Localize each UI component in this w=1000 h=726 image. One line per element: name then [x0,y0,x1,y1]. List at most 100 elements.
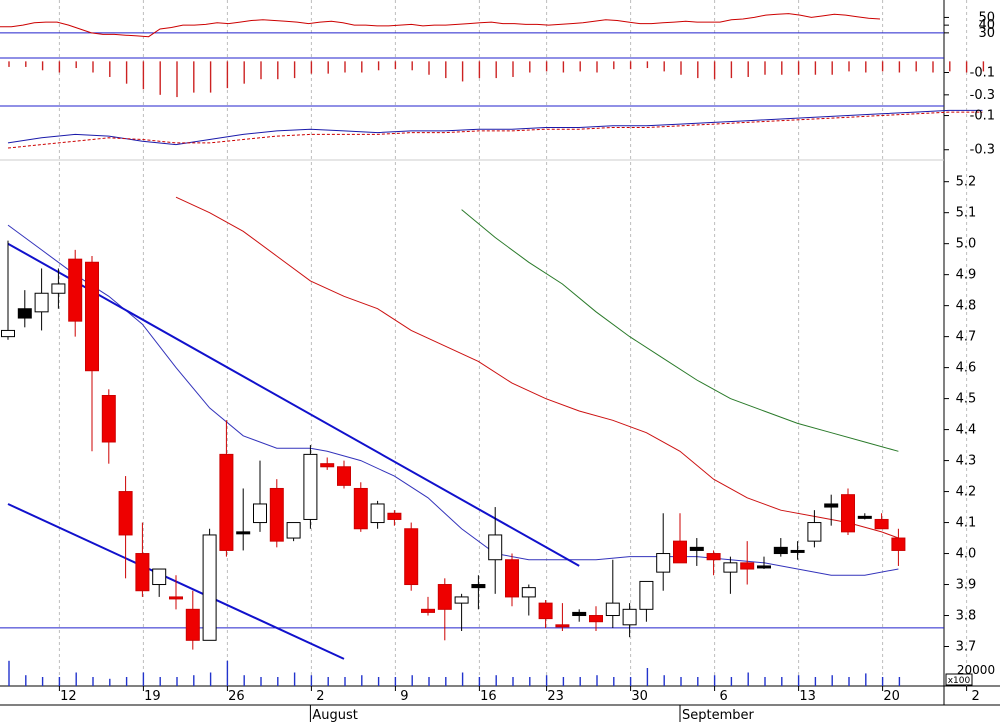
candle-body [34,292,49,313]
candle-body [572,611,587,617]
price-tick-label: 5.2 [956,175,977,190]
x-tick-label: 12 [60,689,77,704]
x-tick-label: 6 [719,689,727,704]
candle-body [421,608,435,613]
price-tick-label: 4.2 [956,485,977,500]
candle-body [236,531,251,535]
candle-body [370,503,385,524]
x-tick-label: 20 [883,689,900,704]
price-tick-label: 5.0 [956,237,977,252]
candle-body [1,329,15,338]
price-tick-label: 4.5 [956,392,977,407]
candle-body [404,528,419,586]
candle-body [454,596,469,604]
x-tick-label: 19 [144,689,161,704]
candle-body [202,534,217,641]
price-tick-label: 4.6 [956,361,977,376]
candle-body [807,522,822,542]
month-label: September [682,708,755,722]
histogram-tick-label: -0.1 [970,66,995,81]
histogram-tick-label: -0.3 [970,88,995,103]
candle-body [488,534,503,561]
candle-body [68,258,83,322]
price-tick-label: 4.9 [956,268,977,283]
candlestick [841,488,855,535]
chart-background [0,0,1000,722]
candle-body [824,503,839,508]
price-tick-label: 3.9 [956,578,977,593]
candle-body [706,553,721,561]
x-tick-label: 23 [547,689,564,704]
price-tick-label: 4.4 [956,423,977,438]
volume-unit-label: x100 [948,676,971,686]
candlestick [202,528,217,641]
candle-body [589,615,603,623]
candle-body [505,559,519,598]
candle-body [101,395,116,443]
candle-body [689,546,704,551]
candle-body [303,453,318,520]
candlestick [303,445,318,529]
stock-chart: 504030-0.1-0.3-0.1-0.35.25.15.04.94.84.7… [0,0,1000,723]
month-label: August [312,708,358,722]
candle-body [857,515,872,519]
x-tick-label: 2 [316,689,324,704]
candle-body [85,261,99,372]
candle-body [135,553,150,592]
candle-body [17,308,32,319]
candle-body [538,602,553,620]
candle-body [757,565,771,569]
candle-body [521,587,536,598]
candle-body [152,568,167,586]
candlestick [353,482,368,532]
candle-body [673,540,687,564]
price-tick-label: 5.1 [956,206,977,221]
candle-body [169,596,183,600]
price-tick-label: 4.1 [956,516,977,531]
x-tick-label: 13 [799,689,816,704]
candlestick [286,522,301,542]
candle-body [622,608,637,626]
candle-body [874,518,889,530]
price-tick-label: 4.3 [956,454,977,469]
candle-body [185,608,200,641]
price-tick-label: 3.7 [956,640,977,655]
x-tick-label: 30 [631,689,648,704]
candle-body [555,624,570,628]
candle-body [773,546,788,555]
candle-body [723,562,738,573]
x-tick-label: 26 [228,689,245,704]
candle-body [286,522,301,539]
price-tick-label: 4.8 [956,299,977,314]
price-tick-label: 4.0 [956,547,977,562]
x-tick-label: 9 [400,689,408,704]
x-tick-label: 2 [971,689,979,704]
candlestick [269,479,284,548]
candle-body [740,562,755,570]
candle-body [219,453,234,551]
candle-body [253,503,267,524]
candle-body [790,549,805,553]
oscillator-tick-label: 30 [978,26,995,41]
candle-body [471,584,486,589]
candle-body [639,580,654,610]
candle-body [891,537,906,551]
candle-body [51,283,66,294]
stock-chart-window: 50 40 30 -0.1 -0.3 -0.1 -0.3 5.2 5.1 5.0 4.9 4.8 4.7… [0,0,1000,723]
x-tick-label: 16 [480,689,497,704]
candle-body [353,487,368,530]
macd-tick-label: -0.3 [970,143,995,158]
price-tick-label: 3.8 [956,609,977,624]
candle-body [118,491,133,536]
candle-body [841,494,855,533]
candle-body [387,512,402,520]
candle-body [269,487,284,542]
candle-body [437,584,452,610]
candle-body [337,466,351,486]
candle-body [656,553,671,573]
candle-body [320,463,335,468]
candle-body [605,602,620,617]
macd-tick-label: -0.1 [970,109,995,124]
candlestick [404,522,419,591]
price-tick-label: 4.7 [956,330,977,345]
